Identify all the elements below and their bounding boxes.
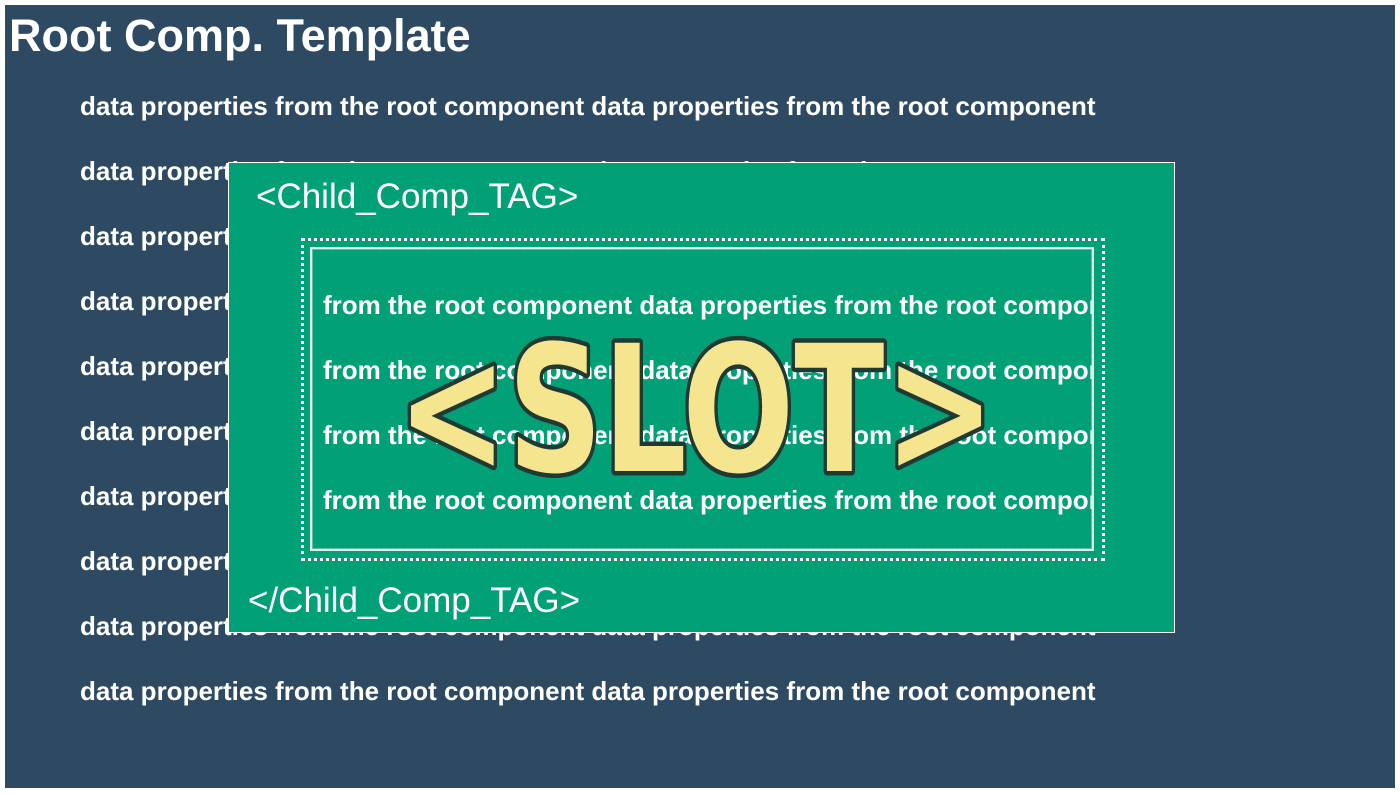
child-close-tag: </Child_Comp_TAG> <box>248 581 581 620</box>
child-open-tag: <Child_Comp_TAG> <box>256 177 579 216</box>
slot-label-text: <SLOT> <box>397 308 995 513</box>
slot-label: <SLOT> <box>393 304 1000 518</box>
root-data-line: data properties from the root component … <box>80 676 1096 706</box>
root-data-line: data properties from the root component … <box>80 91 1096 121</box>
child-component-box: <Child_Comp_TAG> from the root component… <box>228 162 1175 633</box>
root-template-title: Root Comp. Template <box>9 10 471 61</box>
root-component-template: Root Comp. Template data properties from… <box>5 5 1395 788</box>
